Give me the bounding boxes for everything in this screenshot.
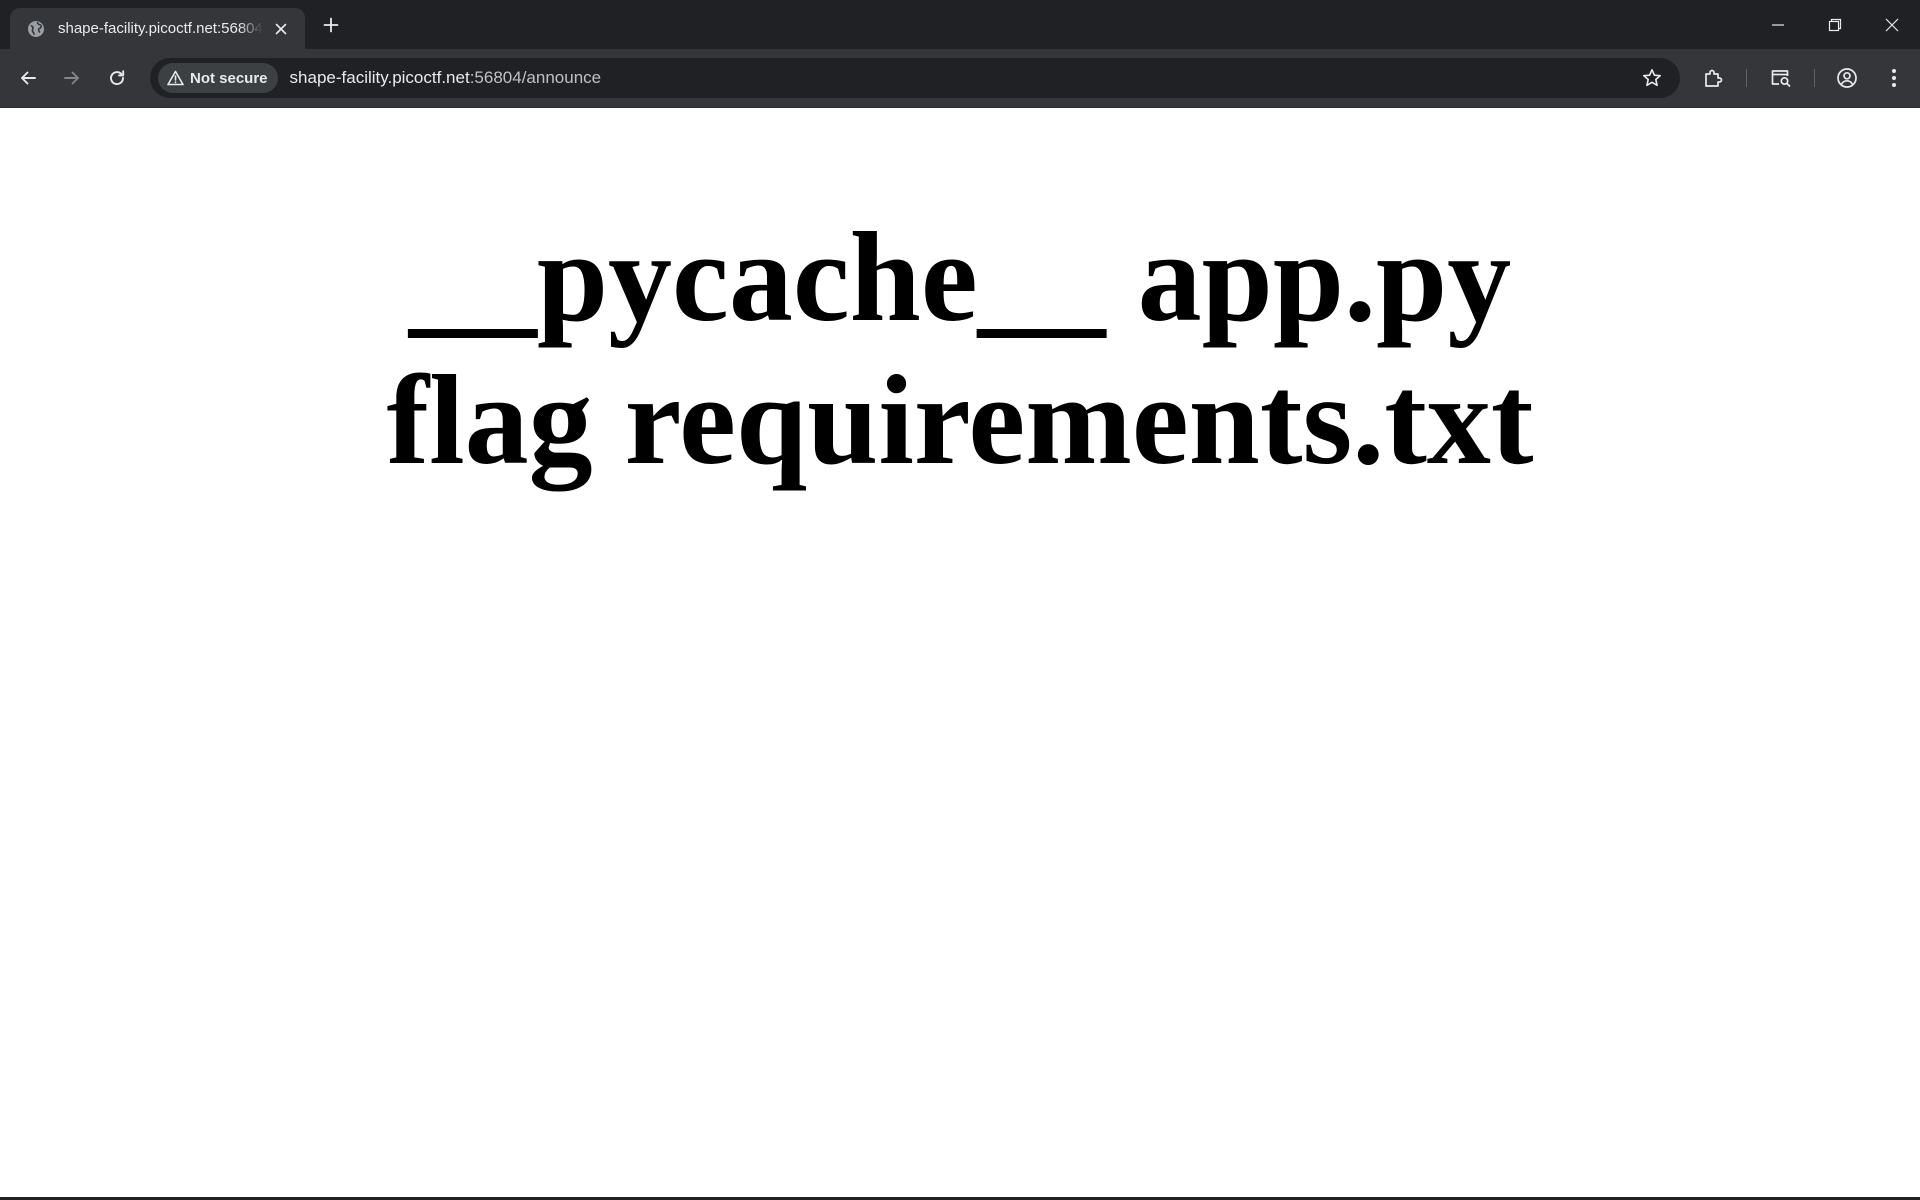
menu-button[interactable] xyxy=(1878,62,1910,94)
back-button[interactable] xyxy=(12,62,44,94)
close-icon xyxy=(1885,18,1898,31)
bookmark-button[interactable] xyxy=(1636,62,1668,94)
tab-active[interactable]: shape-facility.picoctf.net:56804/announc… xyxy=(10,8,305,49)
reload-icon xyxy=(110,70,125,86)
restore-button[interactable] xyxy=(1806,0,1863,49)
extensions-button[interactable] xyxy=(1697,62,1729,94)
close-window-button[interactable] xyxy=(1863,0,1920,49)
close-tab-icon[interactable] xyxy=(269,17,293,41)
reload-button[interactable] xyxy=(101,62,133,94)
arrow-right-icon xyxy=(64,71,79,85)
browser-window: shape-facility.picoctf.net:56804/announc… xyxy=(0,0,1920,1200)
tab-search-button[interactable] xyxy=(1765,62,1797,94)
more-vert-icon xyxy=(1892,69,1896,87)
puzzle-icon xyxy=(1705,69,1723,87)
minimize-button[interactable] xyxy=(1749,0,1806,49)
url-path: :56804/announce xyxy=(469,68,602,87)
url-host: shape-facility.picoctf.net xyxy=(289,68,470,87)
warning-triangle-icon xyxy=(166,69,184,87)
url-text[interactable]: shape-facility.picoctf.net:56804/announc… xyxy=(290,68,1636,88)
security-label: Not secure xyxy=(190,69,268,87)
minimize-icon xyxy=(1771,23,1784,26)
toolbar-separator xyxy=(1746,69,1747,87)
window-controls xyxy=(1749,0,1920,49)
tab-title: shape-facility.picoctf.net:56804/announc… xyxy=(58,20,263,37)
profile-button[interactable] xyxy=(1831,62,1863,94)
page-heading: __pycache__ app.py flag requirements.txt xyxy=(386,206,1534,491)
tab-search-icon xyxy=(1771,70,1791,87)
arrow-left-icon xyxy=(21,71,36,85)
toolbar-separator xyxy=(1814,69,1815,87)
security-chip[interactable]: Not secure xyxy=(158,63,278,93)
account-icon xyxy=(1837,68,1857,88)
tab-strip: shape-facility.picoctf.net:56804/announc… xyxy=(0,0,1920,49)
plus-icon xyxy=(323,17,339,33)
new-tab-button[interactable] xyxy=(318,12,344,38)
restore-icon xyxy=(1828,18,1841,31)
star-icon xyxy=(1643,69,1661,87)
forward-button[interactable] xyxy=(56,62,88,94)
globe-icon xyxy=(26,19,46,39)
browser-toolbar: Not secure shape-facility.picoctf.net:56… xyxy=(0,49,1920,108)
page-viewport: __pycache__ app.py flag requirements.txt xyxy=(0,108,1920,1197)
address-bar[interactable]: Not secure shape-facility.picoctf.net:56… xyxy=(150,58,1680,98)
